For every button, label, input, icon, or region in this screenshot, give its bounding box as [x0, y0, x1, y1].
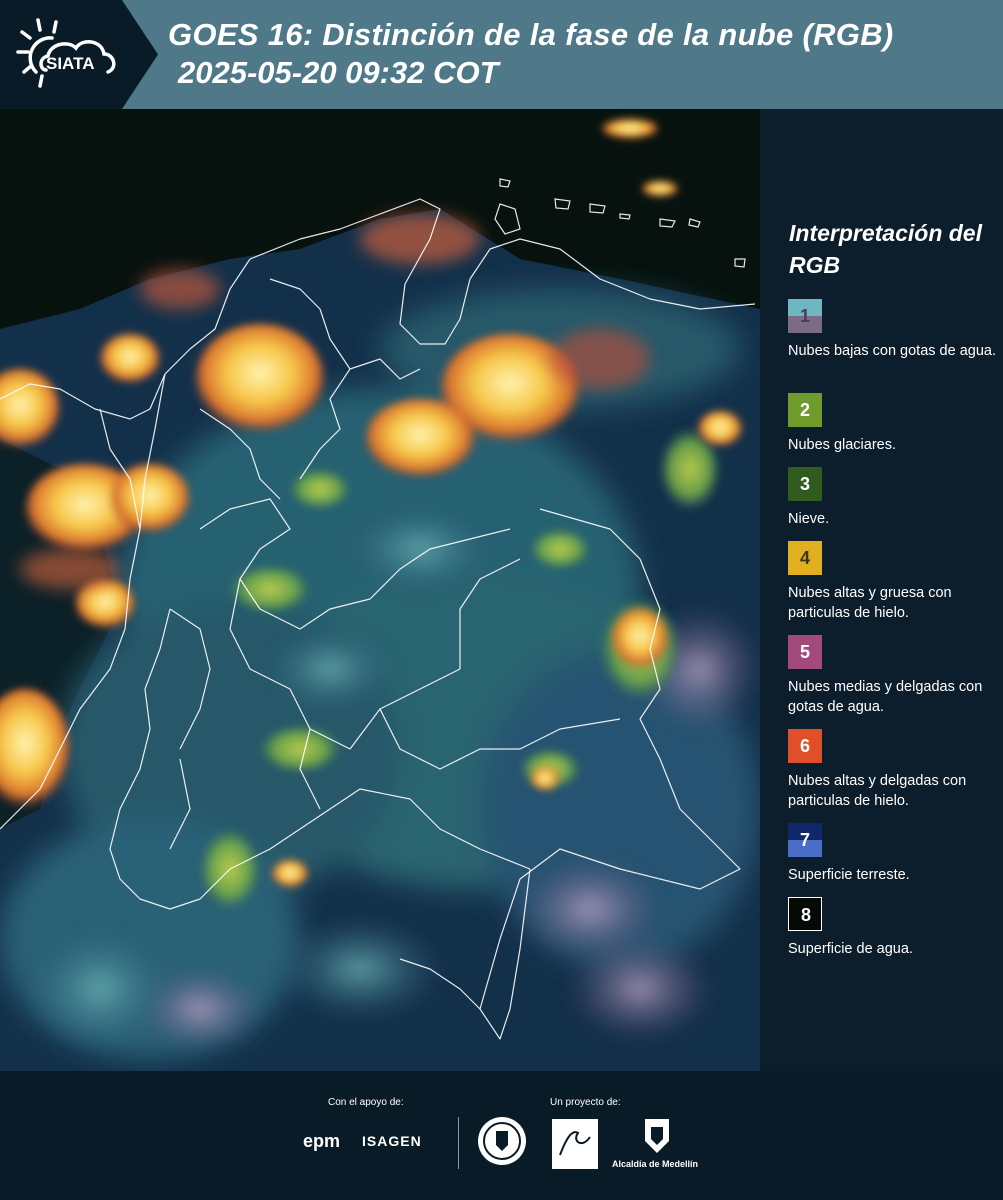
- timestamp: 2025-05-20 09:32 COT: [178, 55, 499, 90]
- legend-label: Superficie de agua.: [788, 941, 913, 957]
- rgb-composite: [0, 109, 760, 1071]
- project-label: Un proyecto de:: [550, 1097, 621, 1108]
- legend-number: 8: [800, 905, 811, 925]
- legend-swatch: 6: [788, 729, 822, 763]
- legend-panel: Interpretación del RGB 1 Nubes bajas con …: [760, 109, 1003, 1071]
- legend-swatch: 4: [788, 541, 822, 575]
- footer-divider: [458, 1117, 459, 1169]
- legend-label: Nubes glaciares.: [788, 437, 896, 453]
- area-metropolitana-logo: [552, 1119, 598, 1169]
- alcaldia-shield-logo: [645, 1119, 669, 1153]
- legend-item-6: 6 Nubes altas y delgadas con particulas d…: [788, 729, 1003, 811]
- legend-item-4: 4 Nubes altas y gruesa con particulas de …: [788, 541, 1003, 623]
- legend-swatch: 5: [788, 635, 822, 669]
- legend-label: Nieve.: [788, 511, 830, 527]
- legend-label: Superficie terreste.: [788, 867, 910, 883]
- legend-swatch: 8: [788, 897, 822, 931]
- legend-item-5: 5 Nubes medias y delgadas con gotas de ag…: [788, 635, 1003, 717]
- legend-title: Interpretación del RGB: [789, 220, 982, 278]
- medellin-seal-logo: [478, 1117, 526, 1165]
- legend-swatch: 1: [788, 299, 822, 333]
- legend-swatch: 7: [788, 823, 822, 857]
- legend-item-8: 8 Superficie de agua.: [788, 897, 1003, 959]
- legend-number: 7: [799, 830, 810, 850]
- legend-number: 3: [799, 474, 810, 494]
- alcaldia-label: Alcaldía de Medellín: [612, 1159, 699, 1169]
- legend-label: Nubes medias y delgadas con gotas de agu…: [788, 679, 983, 715]
- legend-swatch: 3: [788, 467, 822, 501]
- support-label: Con el apoyo de:: [328, 1097, 404, 1108]
- legend-number: 6: [799, 736, 810, 756]
- legend-label: Nubes altas y gruesa con particulas de h…: [788, 585, 952, 621]
- page-title: GOES 16: Distinción de la fase de la nub…: [168, 17, 894, 52]
- legend-number: 5: [799, 642, 810, 662]
- legend-label: Nubes altas y delgadas con particulas de…: [788, 773, 967, 809]
- legend-number: 2: [799, 400, 810, 420]
- siata-logo: SIATA: [16, 18, 116, 88]
- legend-item-3: 3 Nieve.: [788, 467, 1003, 529]
- legend-number: 4: [799, 548, 810, 568]
- legend-swatch: 2: [788, 393, 822, 427]
- legend-item-7: 7 Superficie terreste.: [788, 823, 1003, 885]
- isagen-logo: ISAGEN: [362, 1133, 422, 1149]
- legend-number: 1: [799, 306, 810, 326]
- legend-item-2: 2 Nubes glaciares.: [788, 393, 1003, 455]
- epm-logo: epm: [303, 1131, 341, 1151]
- legend-item-1: 1 Nubes bajas con gotas de agua.: [788, 299, 1003, 361]
- legend-label: Nubes bajas con gotas de agua.: [788, 343, 996, 359]
- satellite-image: [0, 109, 760, 1071]
- svg-text:SIATA: SIATA: [46, 54, 94, 73]
- footer: Con el apoyo de: Un proyecto de: epm ISA…: [0, 1071, 1003, 1200]
- header: SIATA GOES 16: Distinción de la fase de …: [0, 0, 1003, 109]
